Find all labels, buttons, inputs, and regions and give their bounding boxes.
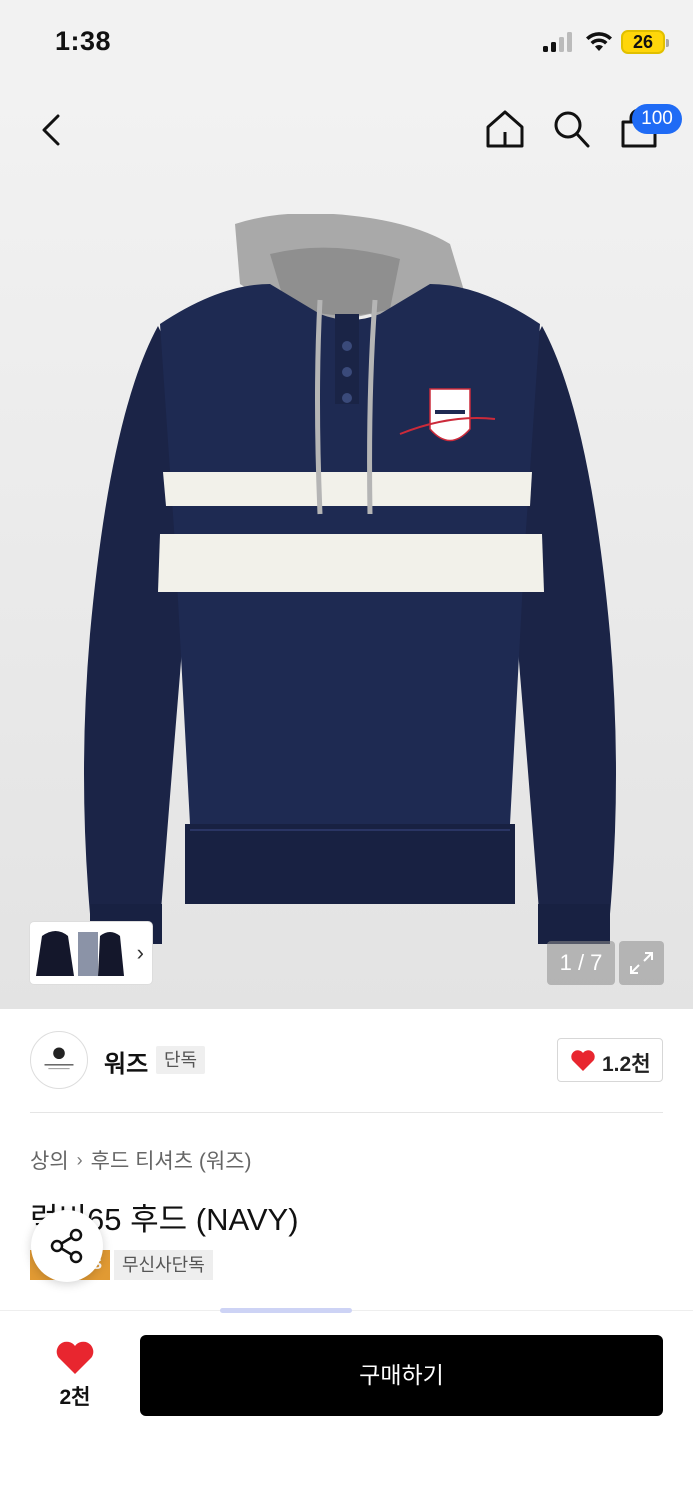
battery-indicator: 26 (621, 30, 669, 54)
back-arrow-icon[interactable] (34, 110, 70, 150)
signal-icon (543, 32, 575, 52)
expand-icon[interactable] (619, 941, 664, 985)
wishlist-count: 2천 (59, 1386, 91, 1409)
gallery-page-indicator: 1 / 7 (547, 941, 615, 985)
search-icon[interactable] (551, 108, 591, 150)
heart-icon (56, 1341, 94, 1374)
bottom-action-bar: 2천 구매하기 (0, 1308, 693, 1500)
brand-exclusive-tag: 단독 (156, 1046, 206, 1074)
buy-button[interactable]: 구매하기 (140, 1335, 663, 1416)
thumbnail-strip[interactable]: › (30, 922, 152, 984)
cart-count-badge: 100 (632, 104, 682, 134)
chevron-right-icon: › (76, 1149, 83, 1170)
brand-logo[interactable] (30, 1031, 88, 1089)
thumbnail-images[interactable] (34, 926, 126, 980)
share-icon (50, 1228, 83, 1264)
status-time: 1:38 (55, 26, 112, 56)
status-bar: 1:38 26 (0, 0, 693, 84)
wishlist-button[interactable]: 2천 (40, 1335, 110, 1415)
tab-indicator (220, 1308, 352, 1313)
breadcrumb: 상의 › 후드 티셔츠 (워즈) (30, 1145, 252, 1175)
wifi-icon (586, 32, 612, 51)
brand-name[interactable]: 워즈 (104, 1044, 148, 1079)
chevron-right-icon: › (136, 940, 144, 965)
heart-icon (571, 1050, 595, 1071)
brand-like-count: 1.2천 (602, 1053, 651, 1076)
breadcrumb-subcategory[interactable]: 후드 티셔츠 (워즈) (91, 1145, 252, 1175)
breadcrumb-category[interactable]: 상의 (30, 1145, 69, 1175)
brand-like-button[interactable]: 1.2천 (557, 1038, 663, 1082)
brand-row: 워즈 단독 1.2천 (30, 1010, 663, 1113)
product-image[interactable] (70, 214, 630, 974)
share-button[interactable] (31, 1210, 103, 1282)
exclusive-badge: 무신사단독 (114, 1250, 213, 1280)
product-gallery[interactable]: 100 › 1 / 7 (0, 84, 693, 1009)
home-icon[interactable] (484, 108, 526, 150)
